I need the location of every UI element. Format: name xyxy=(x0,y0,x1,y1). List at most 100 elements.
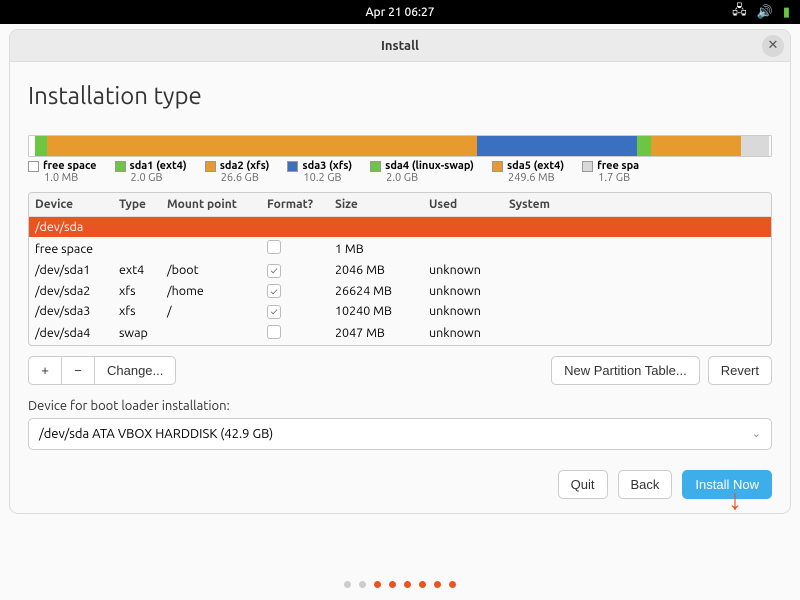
revert-button[interactable]: Revert xyxy=(708,356,772,385)
desktop-topbar: Apr 21 06:27 🖧 🔊 ▮ xyxy=(0,0,800,24)
legend-size: 1.7 GB xyxy=(598,172,639,184)
cell-used: unknown xyxy=(429,326,509,340)
legend-swatch xyxy=(205,161,216,172)
legend-swatch xyxy=(492,161,503,172)
legend-name: free space xyxy=(43,160,97,172)
quit-button[interactable]: Quit xyxy=(558,470,608,499)
cell-device: /dev/sda2 xyxy=(29,284,119,298)
table-row[interactable]: /dev/sda3xfs/✓10240 MBunknown xyxy=(29,301,771,322)
legend-swatch xyxy=(28,161,39,172)
page-indicator xyxy=(0,581,800,588)
legend-name: sda2 (xfs) xyxy=(220,160,270,172)
cell-size: 26624 MB xyxy=(335,284,429,298)
cell-type: xfs xyxy=(119,304,167,318)
partition-legend: free space 1.0 MBsda1 (ext4)2.0 GBsda2 (… xyxy=(28,160,772,184)
close-button[interactable]: ✕ xyxy=(762,35,784,57)
table-row[interactable]: /dev/sda4swap2047 MBunknown xyxy=(29,322,771,345)
partition-bar[interactable] xyxy=(28,135,772,157)
partition-segment[interactable] xyxy=(741,136,769,156)
close-icon: ✕ xyxy=(768,38,779,53)
add-partition-button[interactable]: + xyxy=(28,356,62,385)
install-now-button[interactable]: Install Now xyxy=(682,470,772,499)
bootloader-value: /dev/sda ATA VBOX HARDDISK (42.9 GB) xyxy=(39,427,752,441)
legend-swatch xyxy=(115,161,126,172)
format-checkbox[interactable]: ✓ xyxy=(267,284,281,298)
cell-format xyxy=(267,240,335,257)
table-row[interactable]: /dev/sda1ext4/boot✓ 2046 MBunknown xyxy=(29,260,771,281)
cell-size: 2047 MB xyxy=(335,326,429,340)
legend-size: 2.0 GB xyxy=(386,172,474,184)
col-system[interactable]: System xyxy=(509,198,771,211)
col-type[interactable]: Type xyxy=(119,198,167,211)
legend-item: sda2 (xfs)26.6 GB xyxy=(205,160,270,184)
col-device[interactable]: Device xyxy=(29,198,119,211)
table-row[interactable]: /dev/sda2xfs/home✓26624 MBunknown xyxy=(29,281,771,302)
table-row[interactable]: free space 1 MB xyxy=(29,237,771,260)
system-tray[interactable]: 🖧 🔊 ▮ xyxy=(732,1,790,23)
partition-segment[interactable] xyxy=(637,136,651,156)
clock: Apr 21 06:27 xyxy=(365,6,434,19)
legend-item: sda3 (xfs)10.2 GB xyxy=(287,160,352,184)
legend-size: 1.0 MB xyxy=(44,172,97,184)
installer-window: Install ✕ Installation type free space 1… xyxy=(10,30,790,513)
legend-size: 26.6 GB xyxy=(221,172,270,184)
network-icon[interactable]: 🖧 xyxy=(732,1,747,23)
cell-format xyxy=(267,325,335,342)
cell-mount: /home xyxy=(167,284,267,298)
cell-size: 1 MB xyxy=(335,242,429,256)
cell-device: /dev/sda3 xyxy=(29,304,119,318)
new-partition-table-button[interactable]: New Partition Table... xyxy=(551,356,700,385)
format-checkbox[interactable] xyxy=(267,240,281,254)
legend-name: sda4 (linux-swap) xyxy=(385,160,474,172)
partition-segment[interactable] xyxy=(651,136,741,156)
legend-size: 2.0 GB xyxy=(131,172,187,184)
cell-used: unknown xyxy=(429,263,509,277)
partition-table: Device Type Mount point Format? Size Use… xyxy=(28,192,772,346)
legend-size: 249.6 MB xyxy=(508,172,564,184)
legend-item: sda5 (ext4)249.6 MB xyxy=(492,160,564,184)
cell-device: /dev/sda1 xyxy=(29,263,119,277)
legend-name: sda5 (ext4) xyxy=(507,160,564,172)
bootloader-label: Device for boot loader installation: xyxy=(28,399,772,413)
footer-buttons: Quit Back Install Now xyxy=(28,470,772,499)
col-size[interactable]: Size xyxy=(335,198,429,211)
format-checkbox[interactable]: ✓ xyxy=(267,264,281,278)
partition-toolbar: + − Change... New Partition Table... Rev… xyxy=(28,356,772,385)
legend-name: free spa xyxy=(597,160,639,172)
titlebar: Install ✕ xyxy=(10,30,790,62)
legend-swatch xyxy=(582,161,593,172)
cell-device: /dev/sda xyxy=(29,220,119,234)
battery-icon[interactable]: ▮ xyxy=(783,5,790,20)
cell-format: ✓ xyxy=(267,263,335,278)
table-row[interactable]: /dev/sda xyxy=(29,217,771,237)
remove-partition-button[interactable]: − xyxy=(61,356,95,385)
partition-segment[interactable] xyxy=(47,136,477,156)
legend-item: free spa 1.7 GB xyxy=(582,160,639,184)
col-mount[interactable]: Mount point xyxy=(167,198,267,211)
partition-segment[interactable] xyxy=(35,136,47,156)
change-partition-button[interactable]: Change... xyxy=(94,356,176,385)
cell-device: free space xyxy=(29,242,119,256)
cell-format: ✓ xyxy=(267,304,335,319)
col-format[interactable]: Format? xyxy=(267,198,335,211)
legend-size: 10.2 GB xyxy=(303,172,352,184)
legend-name: sda3 (xfs) xyxy=(302,160,352,172)
format-checkbox[interactable]: ✓ xyxy=(267,305,281,319)
back-button[interactable]: Back xyxy=(618,470,673,499)
legend-item: free space 1.0 MB xyxy=(28,160,97,184)
cell-type: ext4 xyxy=(119,263,167,277)
chevron-down-icon: ⌄ xyxy=(752,427,761,440)
cell-size: 2046 MB xyxy=(335,263,429,277)
partition-segment[interactable] xyxy=(477,136,637,156)
cell-size: 10240 MB xyxy=(335,304,429,318)
legend-swatch xyxy=(370,161,381,172)
volume-icon[interactable]: 🔊 xyxy=(757,5,773,20)
legend-swatch xyxy=(287,161,298,172)
cell-type: swap xyxy=(119,326,167,340)
cell-format: ✓ xyxy=(267,284,335,299)
bootloader-select[interactable]: /dev/sda ATA VBOX HARDDISK (42.9 GB) ⌄ xyxy=(28,418,772,450)
col-used[interactable]: Used xyxy=(429,198,509,211)
cell-mount: / xyxy=(167,304,267,318)
format-checkbox[interactable] xyxy=(267,325,281,339)
cell-mount: /boot xyxy=(167,263,267,277)
